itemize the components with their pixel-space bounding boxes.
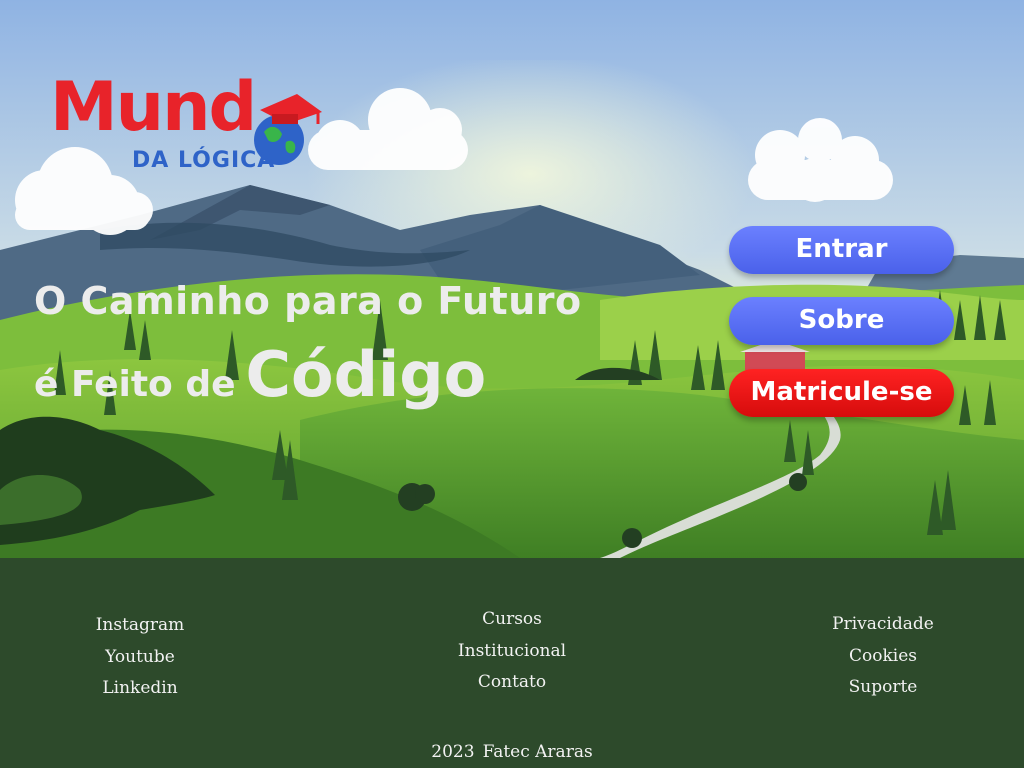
about-button[interactable]: Sobre [729,297,954,345]
headline-emphasis: Código [245,338,487,411]
footer-link-contato[interactable]: Contato [452,667,572,699]
hero-section: Mund DA LÓGICA O Caminho para o Futuro é… [0,0,1024,558]
footer-link-cookies[interactable]: Cookies [828,641,938,673]
enroll-button[interactable]: Matricule-se [729,369,954,417]
footer-link-youtube[interactable]: Youtube [90,642,190,674]
footer-legal-links: Privacidade Cookies Suporte [828,609,938,704]
footer-social-links: Instagram Youtube Linkedin [90,610,190,705]
headline-line-1: O Caminho para o Futuro [34,279,582,323]
site-logo[interactable]: Mund DA LÓGICA [50,68,330,178]
footer-link-institucional[interactable]: Institucional [452,636,572,668]
enter-button[interactable]: Entrar [729,226,954,274]
headline-line-2-start: é Feito de [34,364,236,405]
footer-link-cursos[interactable]: Cursos [452,604,572,636]
footer-site-links: Cursos Institucional Contato [452,604,572,699]
copyright: 2023 Fatec Araras [0,742,1024,762]
headline-line-2: é Feito de Código [34,338,582,411]
copyright-year: 2023 [431,742,475,762]
footer-link-suporte[interactable]: Suporte [828,672,938,704]
copyright-institution: Fatec Araras [482,742,593,762]
hero-headline: O Caminho para o Futuro é Feito de Código [34,278,582,411]
footer-link-instagram[interactable]: Instagram [90,610,190,642]
logo-wordmark: Mund [50,68,257,147]
logo-subtitle: DA LÓGICA [132,148,276,173]
footer-link-linkedin[interactable]: Linkedin [90,673,190,705]
footer: Instagram Youtube Linkedin Cursos Instit… [0,558,1024,768]
footer-link-privacidade[interactable]: Privacidade [828,609,938,641]
